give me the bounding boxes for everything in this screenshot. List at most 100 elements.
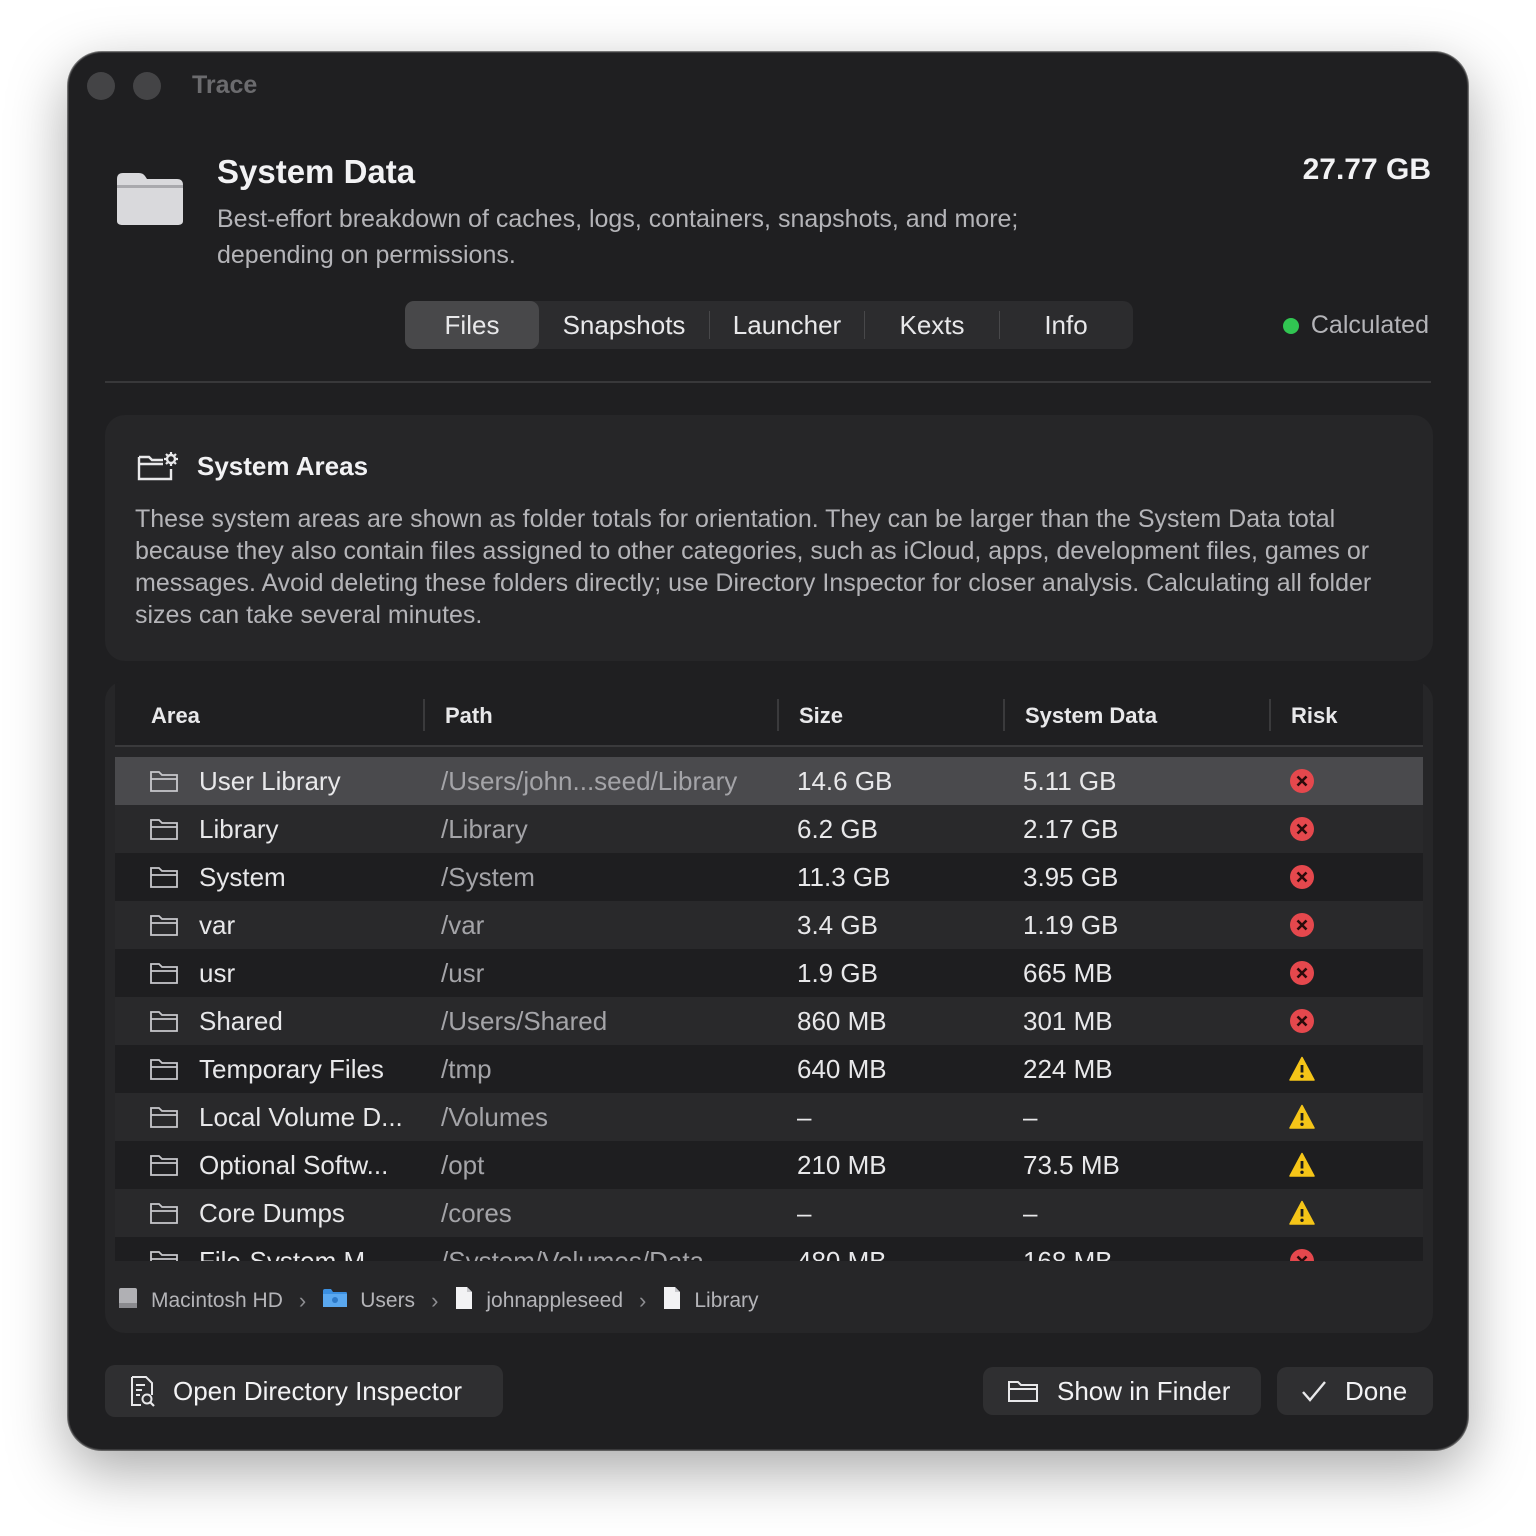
- area-size: –: [797, 1102, 812, 1132]
- divider: [105, 381, 1431, 383]
- folder-icon: [149, 1249, 179, 1261]
- table-row[interactable]: User Library/Users/john...seed/Library 14…: [115, 757, 1423, 805]
- area-system-data: –: [1023, 1102, 1038, 1132]
- tab-kexts[interactable]: Kexts: [865, 301, 999, 349]
- area-name: User Library: [199, 766, 341, 796]
- tab-info[interactable]: Info: [1000, 301, 1132, 349]
- column-header-size[interactable]: Size: [799, 703, 843, 729]
- table-row[interactable]: Core Dumps/cores – –: [115, 1189, 1423, 1237]
- area-path: /System/Volumes/Data: [441, 1246, 704, 1261]
- page-subtitle: Best-effort breakdown of caches, logs, c…: [217, 205, 1019, 269]
- show-in-finder-button[interactable]: Show in Finder: [983, 1367, 1261, 1415]
- tab-launcher[interactable]: Launcher: [710, 301, 864, 349]
- area-system-data: 665 MB: [1023, 958, 1113, 988]
- area-path: /tmp: [441, 1054, 492, 1084]
- tab-snapshots[interactable]: Snapshots: [539, 301, 709, 349]
- column-header-system-data[interactable]: System Data: [1025, 703, 1157, 729]
- breadcrumb-item[interactable]: johnappleseed: [454, 1286, 623, 1316]
- area-path: /Users/john...seed/Library: [441, 766, 738, 796]
- folder-icon: [149, 913, 179, 937]
- tab-files[interactable]: Files: [405, 301, 539, 349]
- folder-icon: [322, 1287, 348, 1315]
- risk-warning-icon: [1289, 1104, 1315, 1130]
- folder-gear-icon: [137, 452, 178, 481]
- breadcrumb-label: Library: [694, 1289, 759, 1312]
- folder-icon: [149, 769, 179, 793]
- table-row[interactable]: Local Volume D... /Volumes – –: [115, 1093, 1423, 1141]
- open-directory-inspector-label: Open Directory Inspector: [173, 1375, 463, 1406]
- titlebar[interactable]: Trace: [69, 53, 1467, 117]
- minimize-window-button[interactable]: [133, 72, 161, 100]
- breadcrumb-item[interactable]: Users: [322, 1287, 415, 1315]
- area-name: Optional Softw...: [199, 1150, 389, 1180]
- table-row[interactable]: File-System M... /System/Volumes/Data 480 …: [115, 1237, 1423, 1261]
- close-window-button[interactable]: [87, 72, 115, 100]
- area-system-data: 5.11 GB: [1023, 766, 1117, 796]
- system-areas-title: System Areas: [197, 451, 369, 481]
- column-header-risk[interactable]: Risk: [1291, 703, 1337, 729]
- area-path: /cores: [441, 1198, 512, 1228]
- inspector-document-icon: [131, 1376, 155, 1407]
- table-row[interactable]: Optional Softw... /opt 210 MB 73.5 MB: [115, 1141, 1423, 1189]
- status-label: Calculated: [1310, 311, 1429, 339]
- open-directory-inspector-button[interactable]: Open Directory Inspector: [105, 1365, 503, 1417]
- area-size: 3.4 GB: [797, 910, 878, 940]
- area-name: File-System M...: [199, 1246, 387, 1261]
- area-size: 480 MB: [797, 1246, 887, 1261]
- table-row[interactable]: Temporary Files/tmp 640 MB 224 MB: [115, 1045, 1423, 1093]
- column-separator[interactable]: [777, 699, 779, 731]
- area-path: /Volumes: [441, 1102, 548, 1132]
- areas-table: Area Path Size System Data Risk User Lib…: [105, 681, 1433, 1333]
- breadcrumb-item[interactable]: Macintosh HD: [117, 1286, 283, 1316]
- area-name: Core Dumps: [199, 1198, 345, 1228]
- area-name: usr: [199, 958, 236, 988]
- area-system-data: 73.5 MB: [1023, 1150, 1120, 1180]
- column-separator[interactable]: [1003, 699, 1005, 731]
- area-system-data: 2.17 GB: [1023, 814, 1119, 844]
- area-path: /opt: [441, 1150, 485, 1180]
- drive-icon: [117, 1286, 139, 1316]
- table-row[interactable]: var/var 3.4 GB 1.19 GB: [115, 901, 1423, 949]
- area-name: System: [199, 862, 286, 892]
- area-path: /usr: [441, 958, 485, 988]
- area-name: Temporary Files: [199, 1054, 384, 1084]
- column-header-area[interactable]: Area: [151, 703, 200, 729]
- folder-icon: [149, 1201, 179, 1225]
- table-body[interactable]: User Library/Users/john...seed/Library 14…: [115, 757, 1423, 1261]
- folder-icon: [149, 865, 179, 889]
- risk-high-icon: [1289, 768, 1315, 794]
- tab-bar: Files Snapshots Launcher Kexts Info: [405, 301, 1133, 349]
- column-separator[interactable]: [423, 699, 425, 731]
- table-row[interactable]: usr/usr 1.9 GB 665 MB: [115, 949, 1423, 997]
- area-path: /var: [441, 910, 485, 940]
- path-breadcrumb: Macintosh HD › Users › johnappleseed › Library: [117, 1273, 759, 1329]
- area-path: /Library: [441, 814, 528, 844]
- folder-icon: [1008, 1381, 1038, 1402]
- show-in-finder-label: Show in Finder: [1057, 1375, 1231, 1406]
- risk-high-icon: [1289, 912, 1315, 938]
- checkmark-icon: [1302, 1381, 1326, 1402]
- column-separator[interactable]: [1269, 699, 1271, 731]
- area-size: –: [797, 1198, 812, 1228]
- chevron-right-icon: ›: [639, 1288, 647, 1313]
- chevron-right-icon: ›: [298, 1288, 307, 1313]
- done-button[interactable]: Done: [1277, 1367, 1433, 1415]
- area-system-data: 168 MB: [1023, 1246, 1113, 1261]
- area-name: Shared: [199, 1006, 283, 1036]
- column-header-path[interactable]: Path: [445, 703, 493, 729]
- breadcrumb-item[interactable]: Library: [662, 1286, 759, 1316]
- table-row[interactable]: System/System 11.3 GB 3.95 GB: [115, 853, 1423, 901]
- risk-warning-icon: [1289, 1056, 1315, 1082]
- table-row[interactable]: Shared/Users/Shared 860 MB 301 MB: [115, 997, 1423, 1045]
- area-system-data: 224 MB: [1023, 1054, 1113, 1084]
- trace-window: Trace System Data Best-effort breakdown …: [68, 52, 1468, 1450]
- document-icon: [454, 1286, 474, 1316]
- area-name: Local Volume D...: [199, 1102, 403, 1132]
- area-system-data: –: [1023, 1198, 1038, 1228]
- page-title: System Data: [217, 153, 416, 190]
- area-path: /Users/Shared: [441, 1006, 608, 1036]
- area-name: var: [199, 910, 236, 940]
- folder-icon: [149, 961, 179, 985]
- table-header: Area Path Size System Data Risk: [115, 681, 1423, 747]
- table-row[interactable]: Library/Library 6.2 GB 2.17 GB: [115, 805, 1423, 853]
